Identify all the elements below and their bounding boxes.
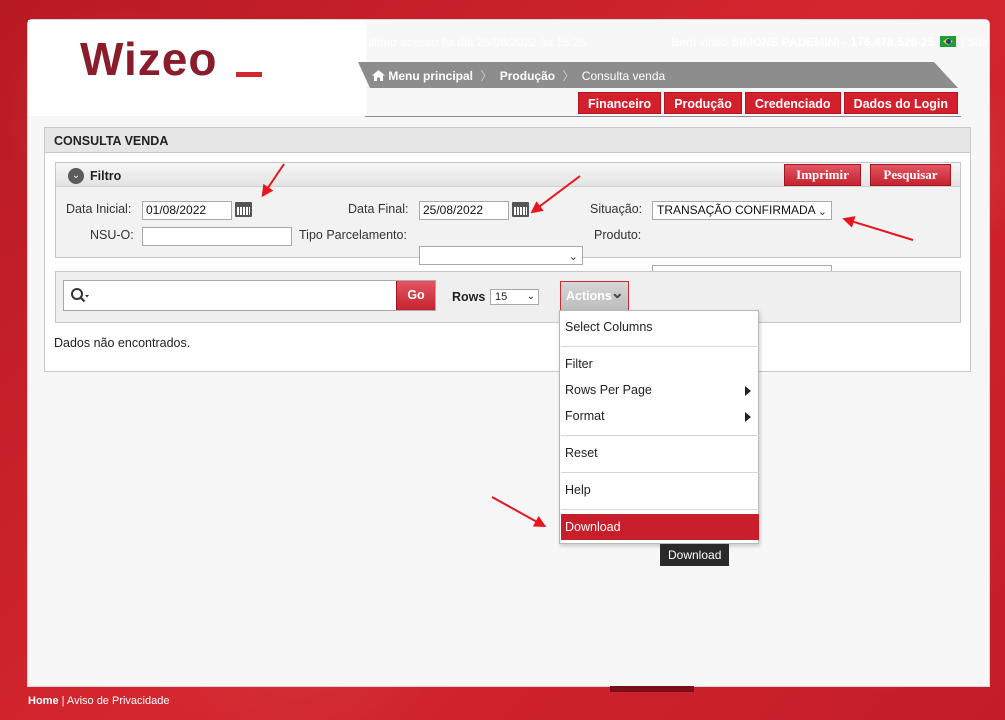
go-button[interactable]: Go <box>396 281 435 310</box>
footer-privacy-link[interactable]: | Aviso de Privacidade <box>62 695 170 707</box>
caret-right-icon <box>745 386 751 396</box>
breadcrumb-home-label: Menu principal <box>388 69 474 83</box>
actions-label: Actions <box>566 289 612 303</box>
menu-separator <box>561 509 759 510</box>
footer-home-link[interactable]: Home <box>28 695 59 707</box>
menu-separator <box>561 435 759 436</box>
actions-button[interactable]: Actions ⌄ <box>560 281 629 311</box>
nsu-label: NSU-O: <box>90 228 134 242</box>
logout-link[interactable]: | Sair <box>961 35 989 49</box>
welcome-text: Bem vindo SIMONE PADEMINI - 176.478.528-… <box>671 35 989 49</box>
chevron-down-icon: ⌄ <box>568 251 578 263</box>
rows-select[interactable]: 15 ⌄ <box>490 289 539 305</box>
tipo-parcelamento-select[interactable]: ⌄ <box>419 246 583 265</box>
chevron-down-icon: ⌄ <box>817 206 827 218</box>
bottom-strip <box>610 686 694 692</box>
nav-credenciado-button[interactable]: Credenciado <box>744 92 841 114</box>
search-icon[interactable] <box>70 286 90 306</box>
chevron-right-icon: 〉 <box>562 69 575 83</box>
actions-menu: Select Columns Filter Rows Per Page Form… <box>559 310 759 544</box>
menu-item-help[interactable]: Help <box>561 477 759 503</box>
home-icon <box>372 70 385 81</box>
filter-label[interactable]: Filtro <box>90 169 121 183</box>
logo-underline <box>236 72 262 77</box>
last-access-text: Seu último acesso foi dia 25/08/2022 às … <box>340 35 590 49</box>
search-button[interactable]: Pesquisar <box>870 164 951 186</box>
menu-separator <box>561 472 759 473</box>
user-name: SIMONE PADEMINI <box>731 35 840 49</box>
rows-value: 15 <box>495 291 508 303</box>
no-data-message: Dados não encontrados. <box>54 336 191 350</box>
menu-item-format[interactable]: Format <box>561 403 759 429</box>
situacao-select[interactable]: TRANSAÇÃO CONFIRMADA ⌄ <box>652 201 832 220</box>
chevron-down-icon: ⌄ <box>526 291 535 302</box>
caret-right-icon <box>745 412 751 422</box>
menu-item-format-label: Format <box>565 409 605 423</box>
chevron-down-icon: ⌄ <box>610 285 624 302</box>
rows-label: Rows <box>452 290 486 304</box>
nav-divider <box>365 116 961 117</box>
calendar-icon[interactable] <box>235 202 252 217</box>
nsu-input[interactable] <box>142 227 292 246</box>
tipo-parcelamento-label: Tipo Parcelamento: <box>299 228 407 242</box>
top-navigation: Financeiro Produção Credenciado Dados do… <box>577 92 958 114</box>
calendar-icon[interactable] <box>512 202 529 217</box>
footer: Home | Aviso de Privacidade <box>28 695 169 707</box>
collapse-toggle-icon[interactable]: ⌄ <box>68 168 84 184</box>
page-title: CONSULTA VENDA <box>45 128 970 153</box>
nav-producao-button[interactable]: Produção <box>664 92 742 114</box>
brazil-flag-icon <box>939 36 956 47</box>
situacao-label: Situação: <box>590 202 643 216</box>
nav-dados-login-button[interactable]: Dados do Login <box>843 92 958 114</box>
menu-item-rows-per-page-label: Rows Per Page <box>565 383 652 397</box>
menu-separator <box>561 346 759 347</box>
menu-item-download[interactable]: Download <box>561 514 759 540</box>
data-final-label: Data Final: <box>348 202 409 216</box>
breadcrumb-current: Consulta venda <box>581 69 666 83</box>
menu-item-select-columns[interactable]: Select Columns <box>561 314 759 340</box>
situacao-value: TRANSAÇÃO CONFIRMADA <box>657 203 816 217</box>
produto-label: Produto: <box>594 228 642 242</box>
wizeo-logo[interactable]: Wizeo <box>80 32 217 86</box>
welcome-prefix: Bem vindo <box>671 35 728 49</box>
breadcrumb: Menu principal 〉 Produção 〉 Consulta ven… <box>358 62 958 88</box>
report-search-input[interactable] <box>63 280 436 311</box>
breadcrumb-home[interactable]: Menu principal <box>372 62 474 88</box>
menu-item-reset[interactable]: Reset <box>561 440 759 466</box>
menu-item-filter[interactable]: Filter <box>561 351 759 377</box>
breadcrumb-producao[interactable]: Produção <box>500 62 555 88</box>
chevron-right-icon: 〉 <box>480 69 493 83</box>
menu-item-rows-per-page[interactable]: Rows Per Page <box>561 377 759 403</box>
user-id: - 176.478.528-25 <box>843 35 935 49</box>
print-button[interactable]: Imprimir <box>784 164 861 186</box>
nav-financeiro-button[interactable]: Financeiro <box>577 92 662 114</box>
data-final-input[interactable]: 25/08/2022 <box>419 201 509 220</box>
data-inicial-input[interactable]: 01/08/2022 <box>142 201 232 220</box>
download-tooltip: Download <box>660 544 730 566</box>
data-inicial-label: Data Inicial: <box>66 202 132 216</box>
